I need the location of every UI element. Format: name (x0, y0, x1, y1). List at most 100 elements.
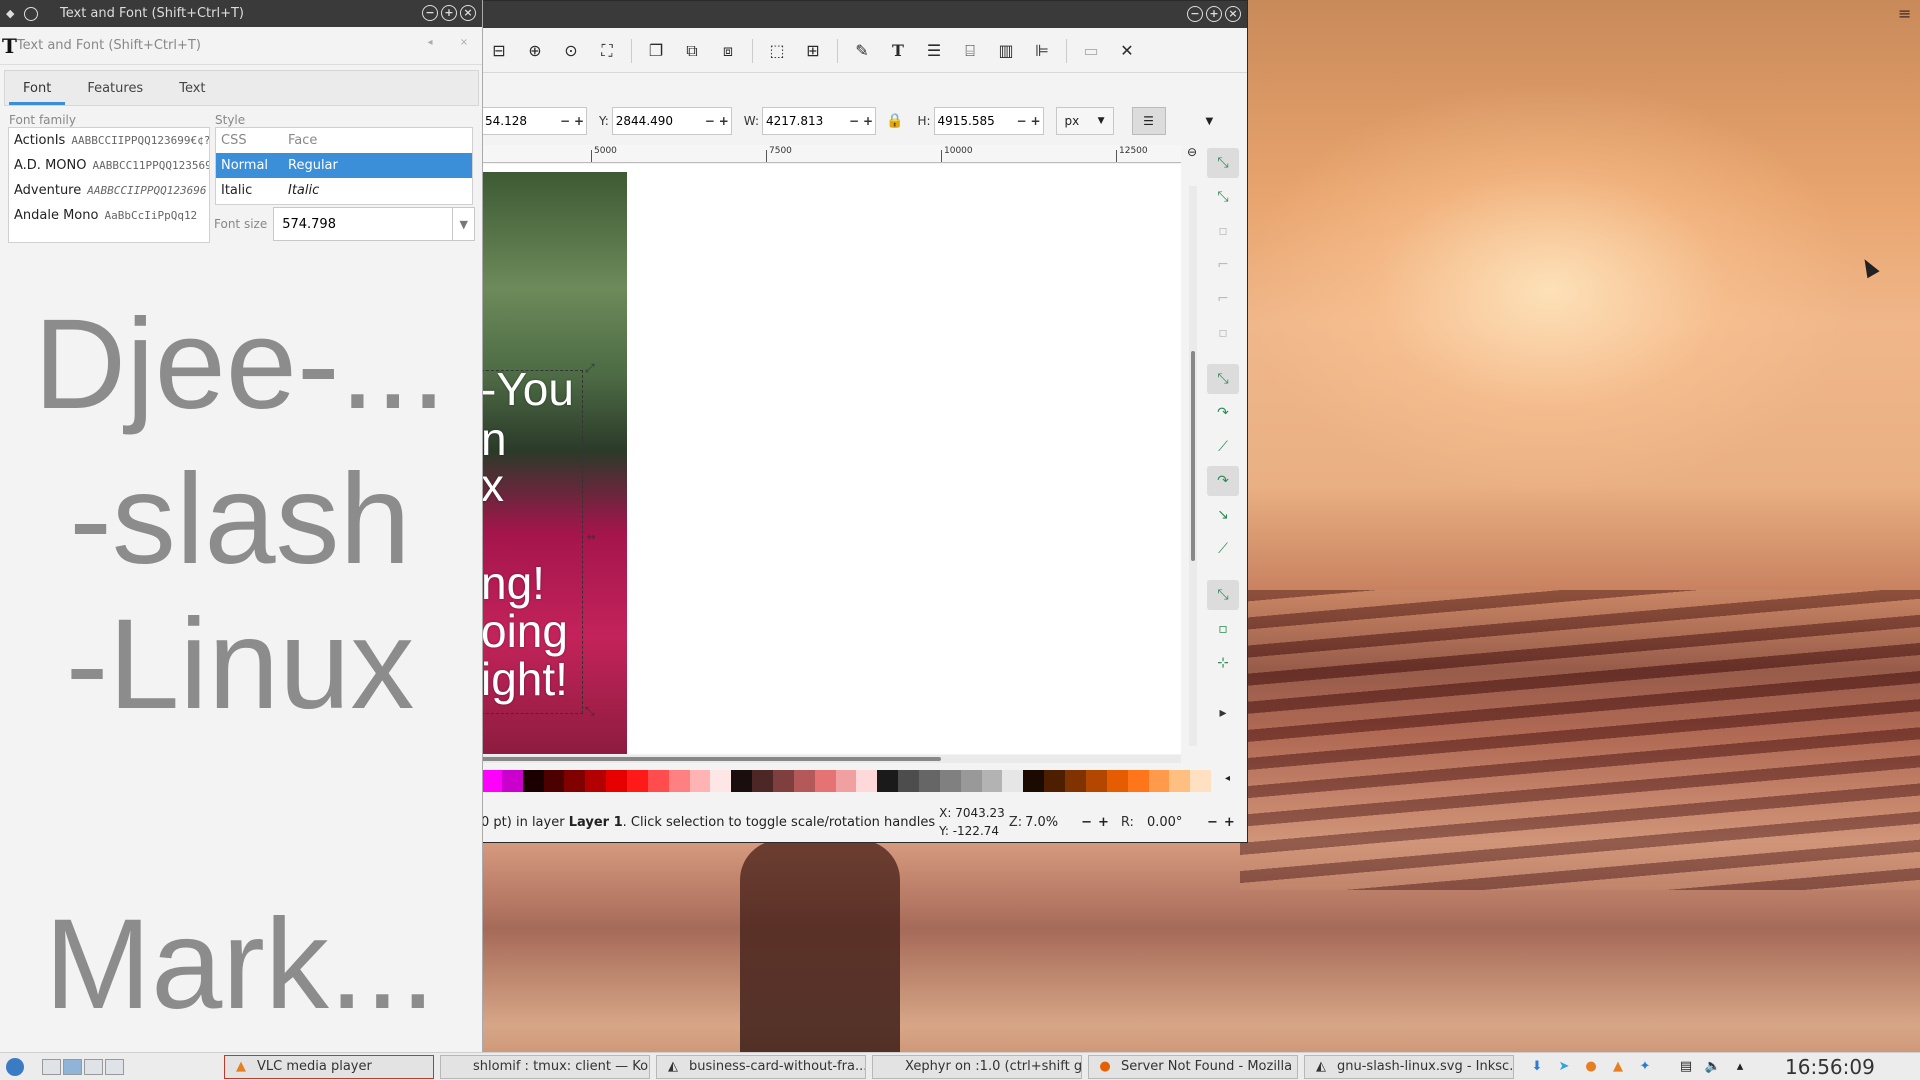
clipboard-icon[interactable]: ▤ (1677, 1058, 1695, 1076)
task-inkscape-business-card[interactable]: ◭ business-card-without-fra... (656, 1054, 866, 1079)
zoom-value[interactable]: 7.0% (1025, 815, 1075, 830)
palette-swatch[interactable] (793, 770, 815, 792)
palette-swatch[interactable] (606, 770, 628, 792)
snap-bbox-edge-icon[interactable]: ▫ (1207, 216, 1239, 246)
task-vlc[interactable]: ▲ VLC media player (224, 1054, 434, 1079)
style-list[interactable]: CSS Face Normal Regular Italic Italic (215, 127, 473, 205)
palette-swatch[interactable] (1148, 770, 1170, 792)
pin-icon[interactable] (24, 6, 38, 21)
y-increment-button[interactable]: + (717, 114, 731, 128)
task-terminal[interactable]: shlomif : tmux: client — Kon... (440, 1054, 650, 1079)
task-firefox[interactable]: ● Server Not Found - Mozilla ... (1088, 1054, 1298, 1079)
rotation-increment-button[interactable]: + (1224, 815, 1235, 830)
zoom-increment-button[interactable]: + (1098, 815, 1109, 830)
minimize-icon[interactable]: − (1187, 6, 1203, 22)
ungroup-icon[interactable]: ⊞ (800, 38, 826, 64)
overflow-chevron-icon[interactable]: ▼ (1206, 116, 1214, 127)
snap-object-center-icon[interactable]: ▫ (1207, 614, 1239, 644)
snap-path-intersection-icon[interactable]: ⟋ (1207, 432, 1239, 462)
scale-handle-icon[interactable]: ⤢ (585, 361, 595, 376)
app-menu-icon[interactable]: ◆ (6, 7, 20, 21)
snap-cusp-nodes-icon[interactable]: ↷ (1207, 466, 1239, 496)
clone-icon[interactable]: ⧉ (679, 38, 705, 64)
document-properties-icon[interactable]: ▭ (1078, 38, 1104, 64)
palette-swatch[interactable] (543, 770, 565, 792)
palette-swatch[interactable] (752, 770, 774, 792)
font-size-combo[interactable]: ▼ (273, 207, 476, 241)
layers-icon[interactable]: ☰ (921, 38, 947, 64)
h-field[interactable]: − + (933, 107, 1044, 135)
h-decrement-button[interactable]: − (1015, 114, 1029, 128)
palette-swatch[interactable] (877, 770, 899, 792)
pager-desktop[interactable] (42, 1058, 61, 1075)
palette-swatch[interactable] (1044, 770, 1066, 792)
w-decrement-button[interactable]: − (847, 114, 861, 128)
snap-bbox-center-icon[interactable]: ▫ (1207, 318, 1239, 348)
pager-desktop[interactable] (63, 1058, 82, 1075)
palette-swatch[interactable] (1190, 770, 1212, 792)
x-input[interactable] (482, 114, 558, 128)
scale-handle-icon[interactable]: ⤡ (585, 704, 595, 719)
palette-swatch[interactable] (919, 770, 940, 792)
w-input[interactable] (763, 114, 847, 128)
snap-toggle-icon[interactable]: ⤡ (1207, 148, 1239, 178)
palette-swatch[interactable] (564, 770, 586, 792)
group-icon[interactable]: ⬚ (764, 38, 790, 64)
zoom-corner-icon[interactable]: ⊖ (1183, 145, 1201, 163)
palette-swatch[interactable] (1169, 770, 1191, 792)
zoom-drawing-icon[interactable]: ⊕ (522, 38, 548, 64)
tray-expand-icon[interactable]: ▴ (1731, 1058, 1749, 1076)
desktop-menu-icon[interactable]: ≡ (1898, 6, 1914, 22)
w-increment-button[interactable]: + (861, 114, 875, 128)
palette-swatch[interactable] (710, 770, 732, 792)
download-icon[interactable]: ⬇ (1528, 1058, 1546, 1076)
volume-icon[interactable]: 🔈 (1704, 1058, 1722, 1076)
palette-swatch[interactable] (1002, 770, 1024, 792)
vertical-scrollbar[interactable] (1189, 186, 1197, 746)
clock[interactable]: 16:56:09 (1785, 1055, 1875, 1079)
tab-font[interactable]: Font (5, 71, 69, 105)
xml-editor-icon[interactable]: ⌸ (957, 38, 983, 64)
y-decrement-button[interactable]: − (703, 114, 717, 128)
cat-icon[interactable]: ● (1582, 1058, 1600, 1076)
text-font-titlebar[interactable]: ◆ Text and Font (Shift+Ctrl+T) − + × (0, 0, 482, 27)
tab-text[interactable]: Text (161, 71, 223, 105)
palette-swatch[interactable] (960, 770, 982, 792)
maximize-icon[interactable]: + (441, 5, 457, 21)
y-input[interactable] (612, 114, 703, 128)
palette-swatch[interactable] (501, 770, 523, 792)
palette-swatch[interactable] (856, 770, 878, 792)
palette-swatch[interactable] (898, 770, 920, 792)
style-row[interactable]: Normal Regular (216, 153, 472, 178)
network-icon[interactable]: ✦ (1636, 1058, 1654, 1076)
text-font-icon[interactable]: T (885, 38, 911, 64)
x-increment-button[interactable]: + (572, 114, 586, 128)
close-icon[interactable]: × (460, 5, 476, 21)
font-list-item[interactable]: Adventure AABBCCIIPPQQ123696 (9, 178, 209, 203)
snap-others-icon[interactable]: ⤡ (1207, 580, 1239, 610)
palette-swatch[interactable] (481, 770, 502, 792)
telegram-icon[interactable]: ➤ (1555, 1058, 1573, 1076)
duplicate-icon[interactable]: ❐ (643, 38, 669, 64)
align-icon[interactable]: ▥ (993, 38, 1019, 64)
inkscape-titlebar[interactable]: − + × (481, 1, 1247, 28)
zoom-selection-icon[interactable]: ⊙ (558, 38, 584, 64)
minimize-icon[interactable]: − (422, 5, 438, 21)
snap-more-icon[interactable]: ▸ (1207, 698, 1239, 728)
color-palette[interactable] (481, 770, 1212, 792)
preferences-icon[interactable]: ✕ (1114, 38, 1140, 64)
desktop-pager[interactable] (42, 1058, 124, 1075)
iconify-icon[interactable]: ◂ (424, 37, 436, 49)
zoom-page-icon[interactable]: ⊟ (486, 38, 512, 64)
font-list-item[interactable]: A.D. MONO AABBCC11PPQQ1235696€ (9, 153, 209, 178)
palette-swatch[interactable] (1085, 770, 1107, 792)
vlc-tray-icon[interactable]: ▲ (1609, 1058, 1627, 1076)
font-family-list[interactable]: ActionIs AABBCCIIPPQQ123699€¢?: A.D. MONO… (8, 127, 210, 243)
dock-close-icon[interactable]: × (458, 37, 470, 49)
snap-rotation-center-icon[interactable]: ⊹ (1207, 648, 1239, 678)
snap-line-midpoint-icon[interactable]: ⟋ (1207, 534, 1239, 564)
snap-bbox-corner-icon[interactable]: ⌐ (1207, 250, 1239, 280)
fill-stroke-icon[interactable]: ✎ (849, 38, 875, 64)
transform-icon[interactable]: ⊫ (1029, 38, 1055, 64)
horizontal-scrollbar[interactable] (481, 755, 1181, 763)
